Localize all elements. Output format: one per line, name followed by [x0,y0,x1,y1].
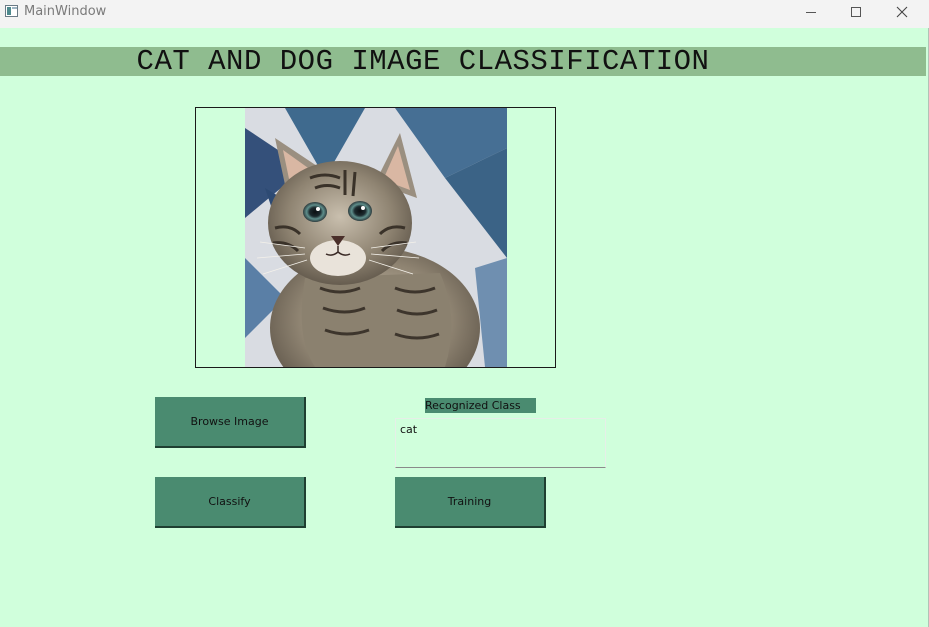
classify-button[interactable]: Classify [155,477,306,528]
header-banner: CAT AND DOG IMAGE CLASSIFICATION [0,47,926,76]
browse-image-button[interactable]: Browse Image [155,397,306,448]
close-button[interactable] [879,0,925,24]
minimize-button[interactable] [788,0,834,24]
recognized-class-value: cat [400,423,418,436]
app-window-icon [5,5,18,17]
maximize-icon [851,7,861,17]
maximize-button[interactable] [833,0,879,24]
page-title: CAT AND DOG IMAGE CLASSIFICATION [136,45,710,78]
image-display-frame [195,107,556,368]
main-window: MainWindow CAT AND DOG IMAGE CLASSIFICAT… [0,0,929,627]
close-icon [896,6,908,18]
title-bar: MainWindow [0,0,929,28]
window-title: MainWindow [24,4,107,19]
recognized-class-label: Recognized Class [425,398,536,413]
minimize-icon [806,11,816,13]
cat-photo [245,108,507,367]
training-button[interactable]: Training [395,477,546,528]
recognized-class-output[interactable]: cat [395,418,606,468]
